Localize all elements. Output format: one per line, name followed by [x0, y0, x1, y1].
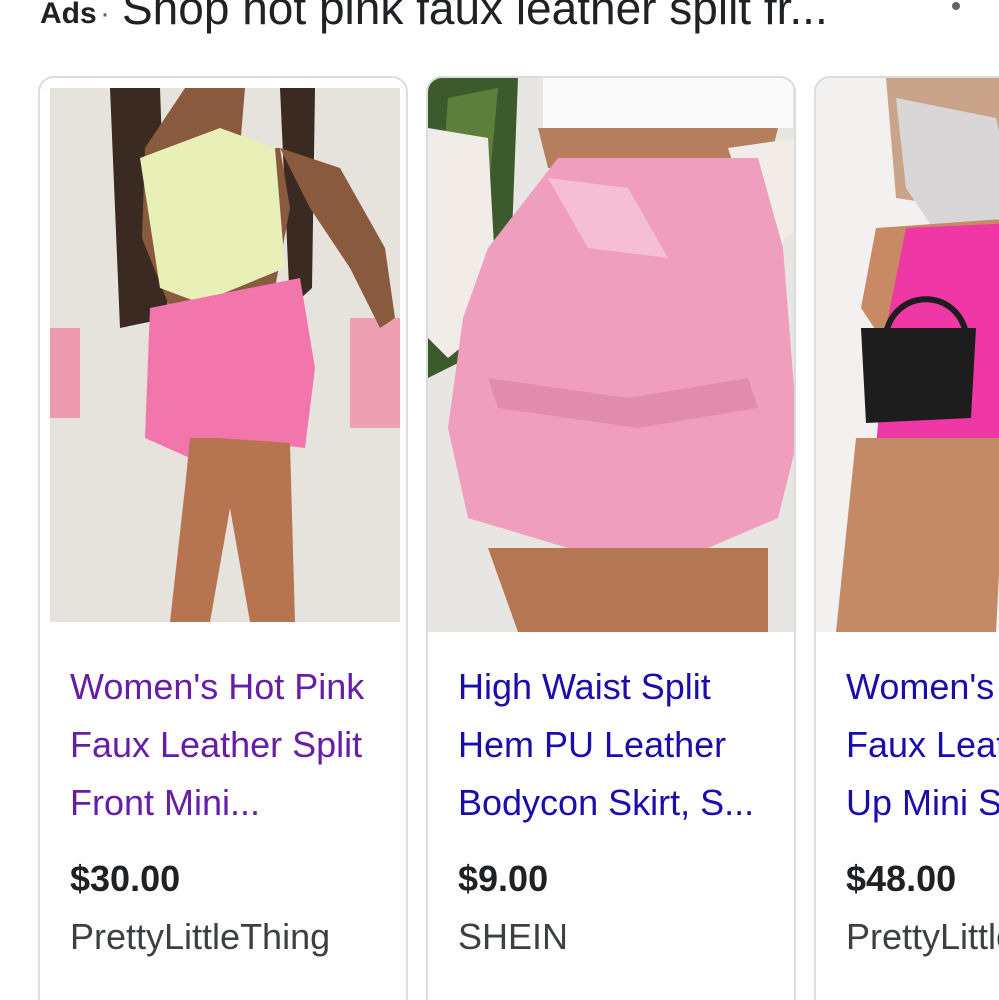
product-photo-icon	[816, 78, 999, 632]
product-image[interactable]	[428, 78, 794, 632]
product-card[interactable]: Women's Hot Pink Faux Leather Split Fron…	[38, 76, 408, 1000]
product-photo-icon	[428, 78, 794, 632]
product-image[interactable]	[50, 88, 400, 622]
product-price: $48.00	[846, 858, 957, 899]
product-store: SHEIN	[458, 916, 569, 957]
product-price: $30.00	[70, 858, 181, 899]
product-card[interactable]: High Waist Split Hem PU Leather Bodycon …	[426, 76, 796, 1000]
product-store: PrettyLittleThing	[70, 916, 331, 957]
more-vert-icon[interactable]	[938, 0, 974, 28]
ads-label: Ads	[40, 0, 97, 30]
product-image[interactable]	[816, 78, 999, 632]
header-separator: ·	[100, 0, 110, 30]
product-carousel[interactable]: Women's Hot Pink Faux Leather Split Fron…	[0, 76, 999, 1000]
product-store: PrettyLittleThing	[846, 916, 999, 957]
product-title-link[interactable]: Women's Hot Pink Faux Leather Split Fron…	[70, 658, 390, 832]
product-price: $9.00	[458, 858, 549, 899]
product-photo-icon	[50, 88, 400, 622]
ads-title[interactable]: Shop hot pink faux leather split fr...	[122, 0, 828, 38]
ads-header: Ads · Shop hot pink faux leather split f…	[0, 0, 999, 44]
product-title-link[interactable]: Women's Hot Pink Faux Leather Lace Up Mi…	[846, 658, 999, 832]
product-card[interactable]: Women's Hot Pink Faux Leather Lace Up Mi…	[814, 76, 999, 1000]
product-title-link[interactable]: High Waist Split Hem PU Leather Bodycon …	[458, 658, 778, 832]
